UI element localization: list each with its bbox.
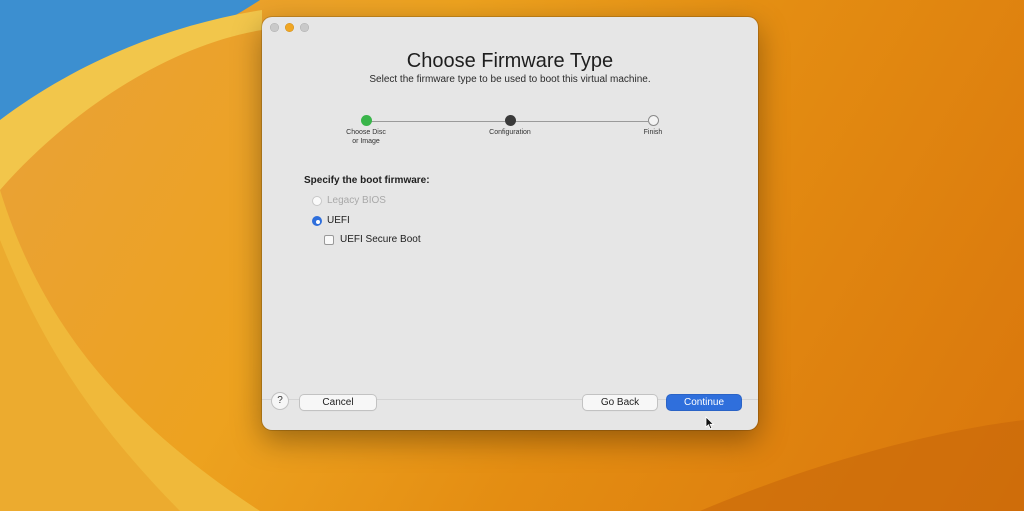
help-button[interactable]: ? (272, 393, 288, 409)
dialog-subtitle: Select the firmware type to be used to b… (369, 74, 651, 85)
radio-icon (312, 195, 322, 206)
step-label-configuration: Configuration (489, 129, 531, 136)
legacy-bios-label: Legacy BIOS (327, 195, 386, 206)
legacy-bios-option[interactable]: Legacy BIOS (312, 195, 386, 206)
boot-firmware-label: Specify the boot firmware: (304, 175, 430, 186)
step-label-choose-disc: Choose Disc or Image (346, 129, 386, 145)
uefi-option[interactable]: UEFI (312, 215, 350, 226)
zoom-window-button[interactable] (300, 23, 309, 32)
step-done-icon (361, 115, 372, 126)
radio-selected-icon (312, 215, 322, 226)
close-window-button[interactable] (270, 23, 279, 32)
uefi-secure-boot-checkbox[interactable]: UEFI Secure Boot (324, 234, 421, 245)
step-pending-icon (648, 115, 659, 126)
uefi-label: UEFI (327, 215, 350, 226)
uefi-secure-boot-label: UEFI Secure Boot (340, 234, 421, 245)
firmware-dialog: Choose Firmware Type Select the firmware… (262, 17, 758, 430)
go-back-button[interactable]: Go Back (583, 395, 657, 410)
dialog-footer: ? Cancel Go Back Continue (262, 393, 758, 430)
cancel-button[interactable]: Cancel (300, 395, 376, 410)
step-label-finish: Finish (643, 129, 663, 136)
mouse-pointer-icon (705, 416, 715, 430)
window-controls (270, 23, 309, 32)
progress-steps: Choose Disc or Image Configuration Finis… (342, 115, 680, 155)
minimize-window-button[interactable] (285, 23, 294, 32)
step-connector (515, 121, 648, 122)
checkbox-icon (324, 234, 334, 245)
dialog-title: Choose Firmware Type (406, 50, 614, 72)
step-current-icon (505, 115, 516, 126)
step-connector (371, 121, 505, 122)
continue-button[interactable]: Continue (667, 395, 741, 410)
